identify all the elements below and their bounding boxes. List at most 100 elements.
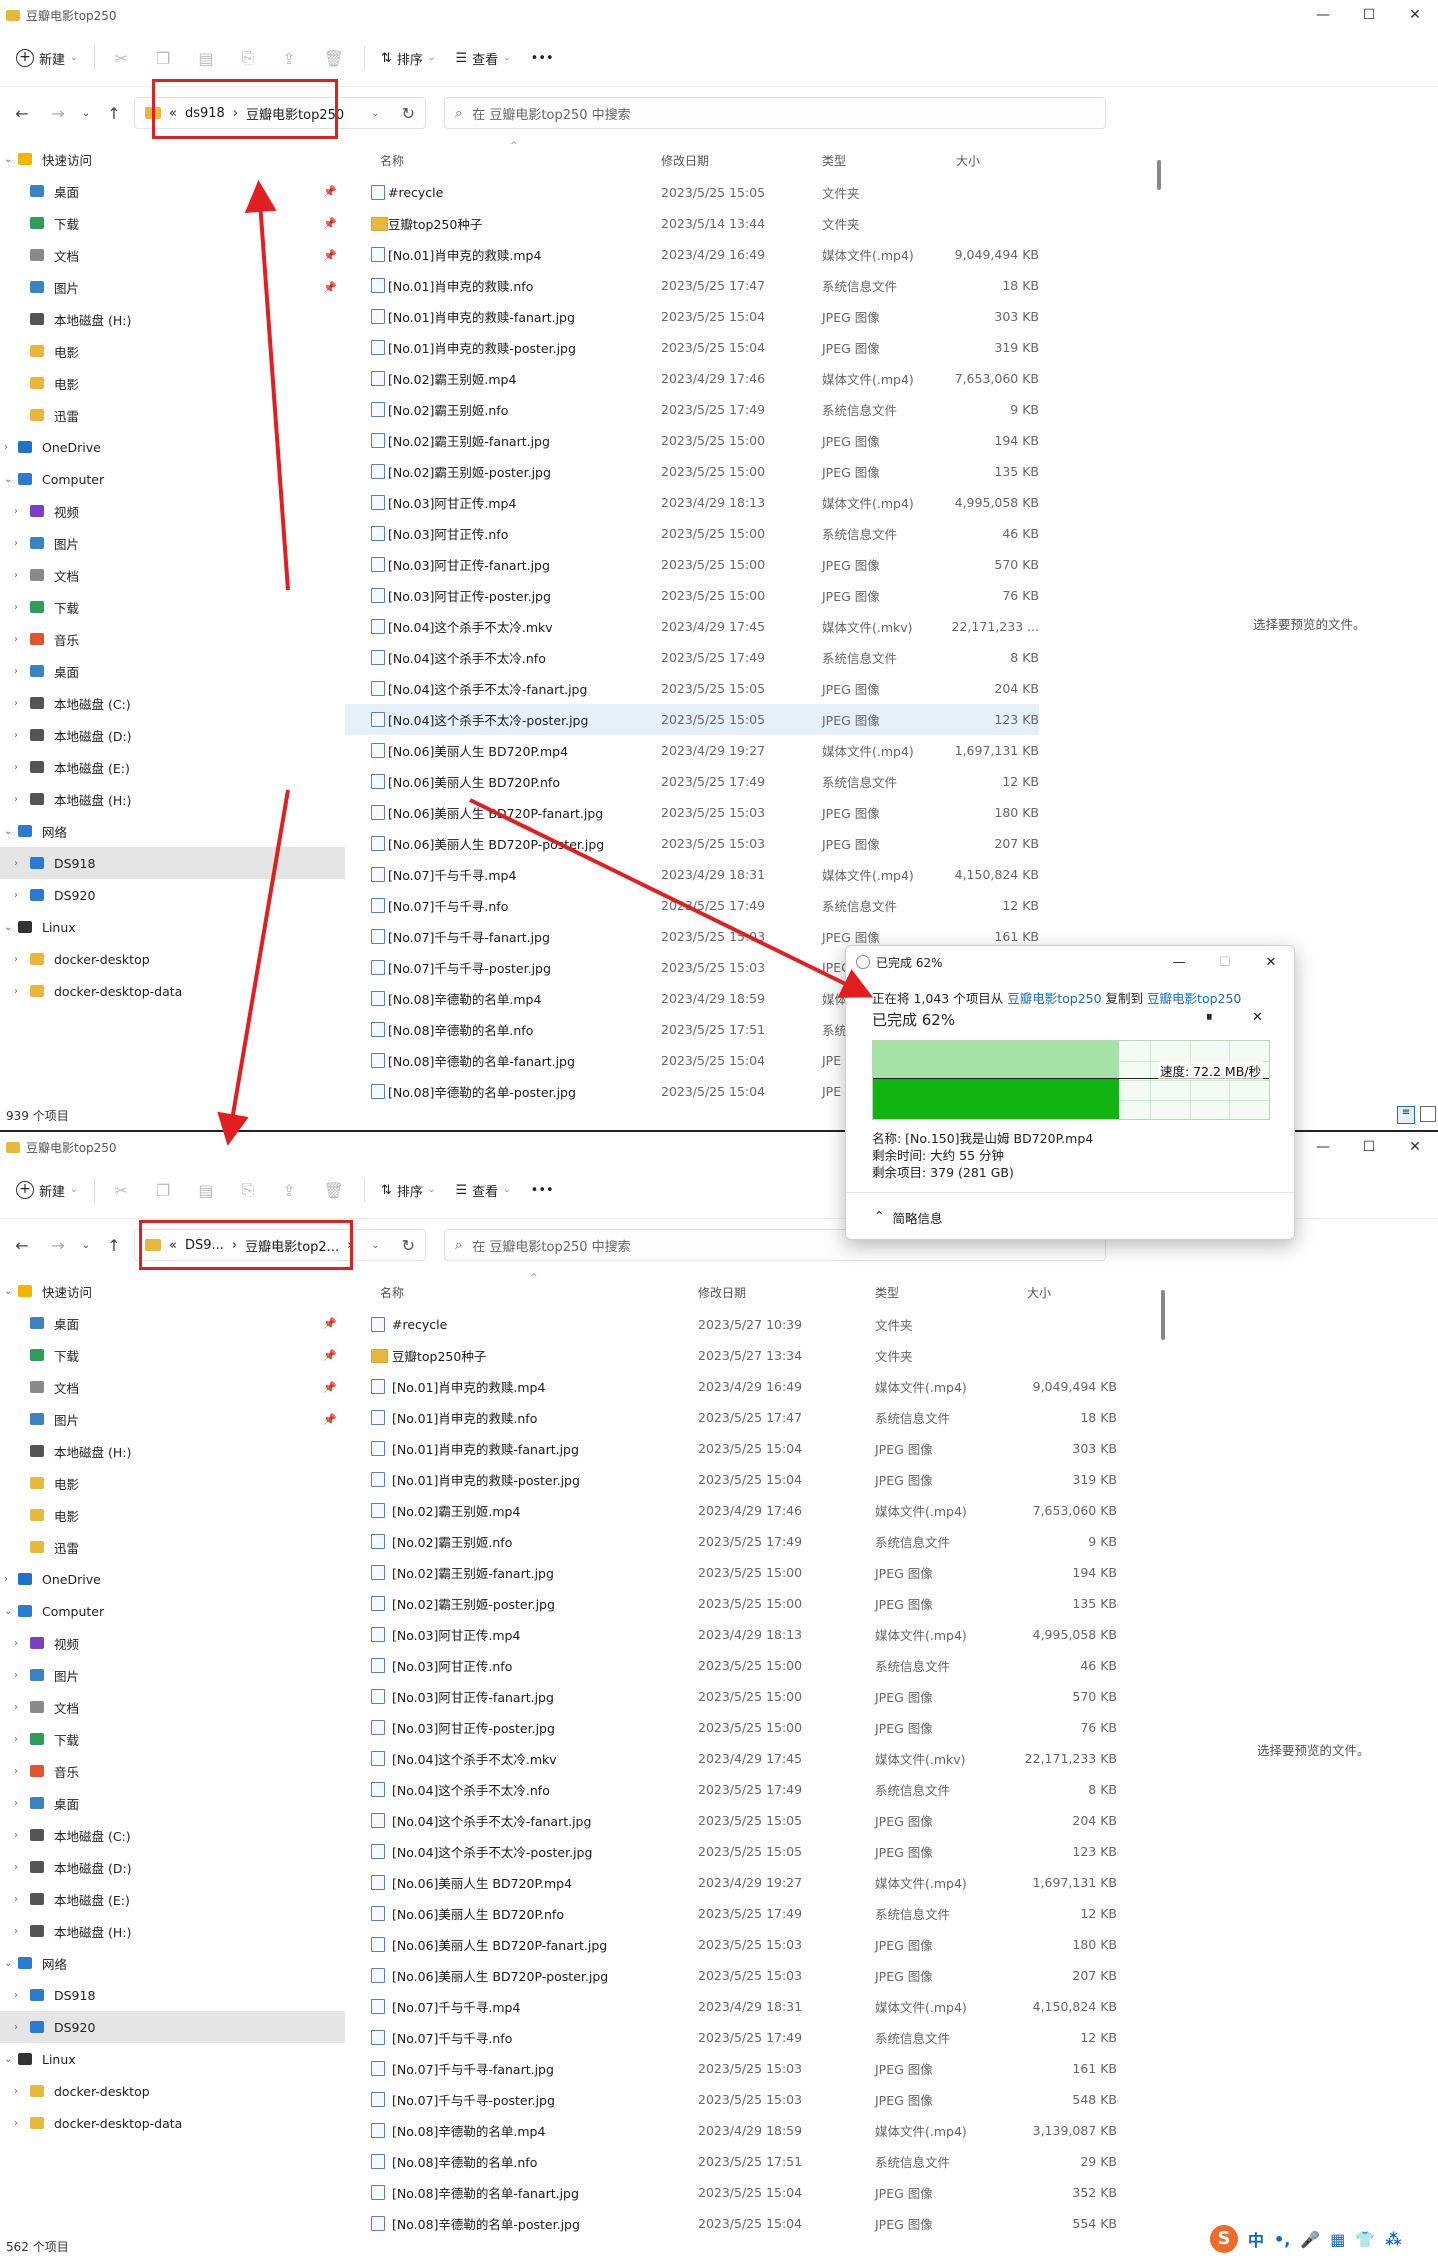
chevron-down-icon[interactable]: ⌄: [4, 1286, 12, 1297]
sidebar-item[interactable]: › OneDrive: [0, 431, 345, 463]
file-row[interactable]: [No.07]千与千寻.mp4 2023/4/29 18:31 媒体文件(.mp4)…: [345, 1991, 1117, 2022]
breadcrumb-overflow[interactable]: «: [169, 106, 177, 121]
chevron-down-icon[interactable]: ⌄: [4, 1606, 12, 1617]
chevron-right-icon[interactable]: ›: [14, 602, 18, 613]
file-row[interactable]: [No.03]阿甘正传.mp4 2023/4/29 18:13 媒体文件(.mp4)…: [345, 487, 1039, 518]
new-button[interactable]: + 新建 ⌄: [8, 45, 86, 72]
sidebar-item[interactable]: › 本地磁盘 (D:): [0, 1851, 345, 1883]
file-row[interactable]: [No.02]霸王别姬-fanart.jpg 2023/5/25 15:00 JPE…: [345, 425, 1039, 456]
file-row[interactable]: [No.08]辛德勒的名单.mp4 2023/4/29 18:59 媒体文件(.mp…: [345, 2115, 1117, 2146]
column-date[interactable]: 修改日期: [698, 1284, 746, 1301]
file-row[interactable]: 豆瓣top250种子 2023/5/27 13:34 文件夹: [345, 1340, 1117, 1371]
sidebar-item[interactable]: › docker-desktop: [0, 943, 345, 975]
sidebar-item[interactable]: › 本地磁盘 (H:): [0, 783, 345, 815]
file-row[interactable]: [No.06]美丽人生 BD720P.nfo 2023/5/25 17:49 系统信…: [345, 1898, 1117, 1929]
chevron-right-icon[interactable]: ›: [14, 538, 18, 549]
chevron-down-icon[interactable]: ⌄: [4, 154, 12, 165]
sidebar-item[interactable]: › 文档: [0, 559, 345, 591]
share-button[interactable]: ⇪: [270, 1177, 307, 1204]
rename-button[interactable]: ⎘: [229, 44, 266, 72]
refresh-icon[interactable]: ↻: [402, 104, 415, 123]
sidebar-item[interactable]: › 下载: [0, 1723, 345, 1755]
breadcrumb-root[interactable]: DS9...: [185, 1238, 224, 1253]
file-row[interactable]: [No.06]美丽人生 BD720P.mp4 2023/4/29 19:27 媒体文…: [345, 735, 1039, 766]
sort-button[interactable]: ⇅ 排序 ⌄: [373, 45, 443, 72]
file-row[interactable]: [No.08]辛德勒的名单.nfo 2023/5/25 17:51 系统信息文件 29…: [345, 2146, 1117, 2177]
chevron-right-icon[interactable]: ›: [14, 858, 18, 869]
breadcrumb-current[interactable]: 豆瓣电影top2...: [245, 1236, 339, 1255]
chevron-right-icon[interactable]: ›: [14, 1766, 18, 1777]
chevron-right-icon[interactable]: ›: [4, 442, 8, 453]
sidebar-item[interactable]: › 桌面: [0, 655, 345, 687]
sidebar-item[interactable]: 迅雷: [0, 1531, 345, 1563]
sidebar-item[interactable]: › DS920: [0, 2011, 345, 2043]
column-date[interactable]: 修改日期: [661, 152, 709, 169]
file-row[interactable]: [No.06]美丽人生 BD720P.nfo 2023/5/25 17:49 系统信…: [345, 766, 1039, 797]
file-row[interactable]: [No.08]辛德勒的名单-fanart.jpg 2023/5/25 15:04 J…: [345, 2177, 1117, 2208]
microphone-icon[interactable]: 🎤: [1300, 2230, 1320, 2249]
chevron-right-icon[interactable]: ›: [14, 2022, 18, 2033]
close-button[interactable]: ✕: [1248, 955, 1294, 970]
details-view-icon[interactable]: ≡: [1397, 1106, 1415, 1124]
file-row[interactable]: [No.01]肖申克的救赎.mp4 2023/4/29 16:49 媒体文件(.mp…: [345, 1371, 1117, 1402]
sidebar-item[interactable]: 本地磁盘 (H:): [0, 1435, 345, 1467]
sidebar-item[interactable]: 图片 📌: [0, 271, 345, 303]
chevron-right-icon[interactable]: ›: [14, 954, 18, 965]
forward-arrow-icon[interactable]: →: [42, 1236, 74, 1255]
column-name[interactable]: 名称: [380, 152, 404, 169]
chevron-right-icon[interactable]: ›: [14, 2118, 18, 2129]
sidebar-item[interactable]: › 图片: [0, 527, 345, 559]
sogou-ime-icon[interactable]: S: [1210, 2225, 1238, 2253]
chevron-down-icon[interactable]: ⌄: [4, 826, 12, 837]
source-link[interactable]: 豆瓣电影top250: [1007, 991, 1101, 1006]
file-row[interactable]: [No.04]这个杀手不太冷.mkv 2023/4/29 17:45 媒体文件(.m…: [345, 611, 1039, 642]
sidebar-item[interactable]: › 本地磁盘 (H:): [0, 1915, 345, 1947]
file-row[interactable]: [No.03]阿甘正传-poster.jpg 2023/5/25 15:00 JPE…: [345, 580, 1039, 611]
file-row[interactable]: [No.02]霸王别姬-poster.jpg 2023/5/25 15:00 JPE…: [345, 1588, 1117, 1619]
file-row[interactable]: [No.07]千与千寻-fanart.jpg 2023/5/25 15:03 JPE…: [345, 2053, 1117, 2084]
chevron-right-icon[interactable]: ›: [14, 1862, 18, 1873]
toolbox-icon[interactable]: ⁂: [1385, 2230, 1401, 2249]
sidebar-item[interactable]: 下载 📌: [0, 1339, 345, 1371]
chevron-right-icon[interactable]: ›: [14, 506, 18, 517]
view-button[interactable]: ☰ 查看 ⌄: [447, 1177, 518, 1204]
sidebar-item[interactable]: › docker-desktop: [0, 2075, 345, 2107]
chevron-right-icon[interactable]: ›: [14, 890, 18, 901]
file-row[interactable]: [No.07]千与千寻.nfo 2023/5/25 17:49 系统信息文件 12 K…: [345, 2022, 1117, 2053]
file-row[interactable]: [No.03]阿甘正传-poster.jpg 2023/5/25 15:00 JPE…: [345, 1712, 1117, 1743]
column-name[interactable]: 名称: [380, 1284, 404, 1301]
up-arrow-icon[interactable]: ↑: [98, 104, 130, 123]
sidebar-item[interactable]: › 文档: [0, 1691, 345, 1723]
file-row[interactable]: [No.04]这个杀手不太冷-fanart.jpg 2023/5/25 15:05…: [345, 673, 1039, 704]
sidebar-item[interactable]: › 下载: [0, 591, 345, 623]
chevron-right-icon[interactable]: ›: [14, 794, 18, 805]
sidebar-item[interactable]: › 本地磁盘 (E:): [0, 751, 345, 783]
address-bar[interactable]: « DS9... › 豆瓣电影top2... › ⌄ ↻: [134, 1229, 426, 1261]
sidebar-item[interactable]: ⌄ 网络: [0, 1947, 345, 1979]
cut-button[interactable]: ✂: [103, 45, 140, 72]
sidebar-item[interactable]: 迅雷: [0, 399, 345, 431]
sidebar-item[interactable]: 桌面 📌: [0, 175, 345, 207]
copy-button[interactable]: ❐: [144, 1177, 182, 1204]
file-row[interactable]: [No.06]美丽人生 BD720P-fanart.jpg 2023/5/25 1…: [345, 1929, 1117, 1960]
file-row[interactable]: [No.02]霸王别姬.nfo 2023/5/25 17:49 系统信息文件 9 KB: [345, 394, 1039, 425]
sidebar-item[interactable]: › DS918: [0, 847, 345, 879]
sidebar-item[interactable]: 电影: [0, 1499, 345, 1531]
vertical-scrollbar[interactable]: [1161, 1290, 1165, 1340]
file-row[interactable]: [No.04]这个杀手不太冷-fanart.jpg 2023/5/25 15:05…: [345, 1805, 1117, 1836]
chevron-right-icon[interactable]: ›: [14, 1638, 18, 1649]
punctuation-toggle[interactable]: •,: [1274, 2230, 1290, 2249]
file-row[interactable]: [No.03]阿甘正传-fanart.jpg 2023/5/25 15:00 JPE…: [345, 549, 1039, 580]
sidebar-item[interactable]: › 图片: [0, 1659, 345, 1691]
language-toggle[interactable]: 中: [1248, 2227, 1264, 2251]
chevron-right-icon[interactable]: ›: [4, 1574, 8, 1585]
chevron-right-icon[interactable]: ›: [14, 1926, 18, 1937]
sidebar-item[interactable]: 文档 📌: [0, 1371, 345, 1403]
recent-chevron-icon[interactable]: ⌄: [78, 1240, 94, 1251]
minimize-button[interactable]: —: [1156, 955, 1202, 970]
file-row[interactable]: [No.03]阿甘正传.mp4 2023/4/29 18:13 媒体文件(.mp4)…: [345, 1619, 1117, 1650]
cut-button[interactable]: ✂: [103, 1177, 140, 1204]
paste-button[interactable]: ▤: [186, 45, 225, 72]
sidebar-item[interactable]: › DS918: [0, 1979, 345, 2011]
sidebar-item[interactable]: › 本地磁盘 (E:): [0, 1883, 345, 1915]
